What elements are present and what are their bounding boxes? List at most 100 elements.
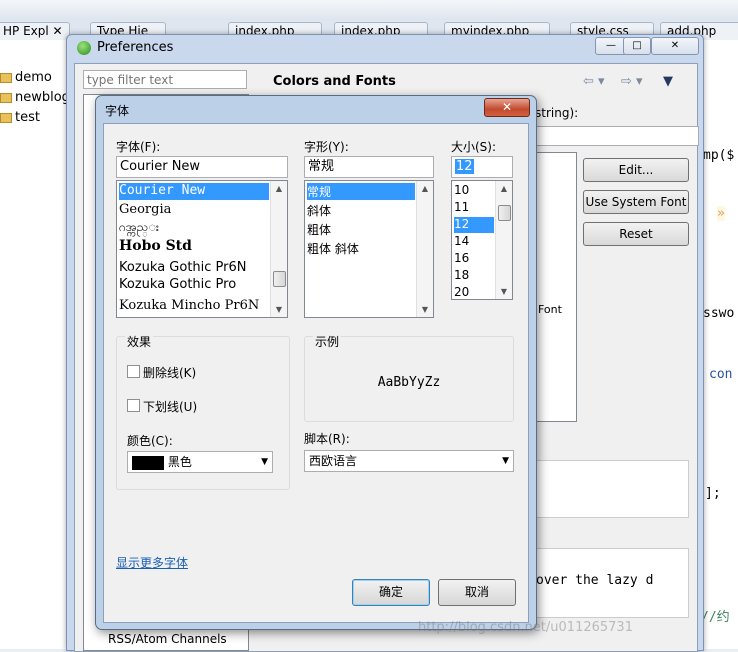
list-item[interactable]: 10 <box>454 183 469 197</box>
use-system-font-button[interactable]: Use System Font <box>583 190 689 214</box>
font-family-input[interactable]: Courier New <box>116 156 288 178</box>
color-value: 黑色 <box>167 455 192 469</box>
strikeout-label: 删除线(K) <box>143 366 197 380</box>
explorer-item-label: demo <box>15 70 52 85</box>
edit-button[interactable]: Edit... <box>583 158 689 182</box>
code-line: mp($ <box>703 148 735 163</box>
effects-label: 效果 <box>125 333 154 350</box>
font-list-scrollbar[interactable]: ▲ ▼ <box>270 181 287 317</box>
strikeout-checkbox[interactable] <box>127 365 140 378</box>
ide-toolbar <box>0 0 738 21</box>
window-close-button[interactable]: ✕ <box>651 37 699 55</box>
effects-group: 效果 删除线(K) 下划线(U) 颜色(C): 黑色 ▼ <box>116 333 290 490</box>
colors-fonts-tree[interactable]: Font <box>535 152 577 422</box>
code-line: //约 <box>701 610 730 625</box>
code-line: con <box>709 367 733 382</box>
list-item[interactable]: 粗体 斜体 <box>307 240 359 257</box>
chevron-down-icon: ▼ <box>261 457 268 467</box>
cancel-button[interactable]: 取消 <box>438 579 516 606</box>
list-item[interactable]: Kozuka Mincho Pr6N <box>119 298 259 313</box>
tab-label: HP Expl <box>3 24 49 38</box>
font-size-list[interactable]: 10 11 12 14 16 18 20 ▲ ▼ <box>451 180 513 300</box>
view-menu-icon[interactable]: ▼ <box>663 74 673 89</box>
sample-label: 示例 <box>313 333 342 350</box>
scroll-thumb[interactable] <box>273 271 286 287</box>
list-item[interactable]: test <box>0 110 40 125</box>
close-button[interactable]: ✕ <box>484 98 530 117</box>
list-item[interactable]: Kozuka Gothic Pr6N <box>119 260 247 275</box>
reset-button[interactable]: Reset <box>583 222 689 246</box>
scroll-thumb[interactable] <box>498 205 511 221</box>
font-family-label: 字体(F): <box>116 140 161 154</box>
forward-arrow-icon[interactable]: ⇨ ▾ <box>621 74 643 89</box>
style-list-scrollbar[interactable]: ▲ ▼ <box>416 181 433 317</box>
size-list-scrollbar[interactable]: ▲ ▼ <box>495 181 512 299</box>
font-dialog: 字体 ✕ 字体(F): Courier New Courier New Geor… <box>95 95 537 630</box>
close-icon: ✕ <box>501 100 513 114</box>
maximize-button[interactable]: □ <box>623 37 651 55</box>
list-item[interactable]: Courier New <box>119 183 269 200</box>
eclipse-logo-icon <box>77 41 91 55</box>
preview-area <box>535 460 689 518</box>
list-item[interactable]: newblog <box>0 90 70 105</box>
font-style-input[interactable]: 常规 <box>304 156 434 178</box>
code-line: sswo <box>703 306 735 321</box>
font-size-input[interactable]: 12 <box>451 156 513 178</box>
explorer-item-label: test <box>15 110 40 125</box>
script-label: 脚本(R): <box>304 432 350 446</box>
color-filter-field[interactable] <box>535 126 699 146</box>
folder-icon <box>0 92 12 103</box>
list-item[interactable]: 20 <box>454 285 469 299</box>
font-preview: over the lazy d <box>535 548 689 618</box>
folder-icon <box>0 112 12 123</box>
font-family-list[interactable]: Courier New Georgia ဂအ္ကည္း Hobo Std Koz… <box>116 180 288 318</box>
color-select[interactable]: 黑色 ▼ <box>127 451 273 473</box>
underline-checkbox[interactable] <box>127 399 140 412</box>
scroll-down-icon[interactable]: ▼ <box>417 302 433 317</box>
explorer-item-label: newblog <box>15 90 70 105</box>
code-line: » <box>717 206 725 221</box>
font-style-list[interactable]: 常规 斜体 粗体 粗体 斜体 ▲ ▼ <box>304 180 434 318</box>
page-title: Colors and Fonts <box>273 74 396 89</box>
list-item[interactable]: 11 <box>454 200 469 214</box>
color-swatch <box>132 455 164 470</box>
chevron-down-icon: ▼ <box>502 456 509 466</box>
list-item[interactable]: 18 <box>454 268 469 282</box>
list-item[interactable]: 12 <box>454 217 494 233</box>
scroll-up-icon[interactable]: ▲ <box>417 181 433 196</box>
list-item[interactable]: 16 <box>454 251 469 265</box>
sample-group: 示例 AaBbYyZz <box>304 333 514 422</box>
scroll-up-icon[interactable]: ▲ <box>496 181 512 196</box>
scroll-down-icon[interactable]: ▼ <box>271 302 287 317</box>
list-item[interactable]: 粗体 <box>307 221 331 238</box>
font-style-label: 字形(Y): <box>304 140 349 154</box>
font-size-value: 12 <box>455 159 474 174</box>
list-item[interactable]: 常规 <box>307 183 415 200</box>
close-icon[interactable]: ✕ <box>53 24 63 38</box>
scroll-up-icon[interactable]: ▲ <box>271 181 287 196</box>
code-line: ]; <box>705 486 721 501</box>
list-item[interactable]: Hobo Std <box>119 238 192 254</box>
folder-icon <box>0 72 12 83</box>
dialog-title: 字体 <box>105 104 130 118</box>
color-section-label: string): <box>535 106 579 120</box>
list-item[interactable]: 14 <box>454 234 469 248</box>
tree-item[interactable]: RSS/Atom Channels <box>108 632 227 646</box>
show-more-fonts-link[interactable]: 显示更多字体 <box>116 554 188 571</box>
ok-button[interactable]: 确定 <box>352 579 430 606</box>
scroll-down-icon[interactable]: ▼ <box>496 284 512 299</box>
script-select[interactable]: 西欧语言 ▼ <box>304 450 514 472</box>
filter-input[interactable] <box>83 70 247 89</box>
list-item[interactable]: Kozuka Gothic Pro <box>119 277 236 292</box>
tab-php-explorer[interactable]: HP Expl ✕ <box>0 22 70 40</box>
tree-item: Font <box>538 303 562 316</box>
window-title: Preferences <box>97 40 174 55</box>
list-item[interactable]: demo <box>0 70 52 85</box>
list-item[interactable]: ဂအ္ကည္း <box>119 219 159 237</box>
back-arrow-icon[interactable]: ⇦ ▾ <box>583 74 605 89</box>
list-item[interactable]: 斜体 <box>307 202 331 219</box>
sample-text: AaBbYyZz <box>377 375 441 390</box>
list-item[interactable]: Georgia <box>119 202 171 217</box>
code-editor[interactable]: mp($ » sswo con ]; //约 <box>700 40 738 649</box>
preview-text: over the lazy d <box>536 573 654 588</box>
